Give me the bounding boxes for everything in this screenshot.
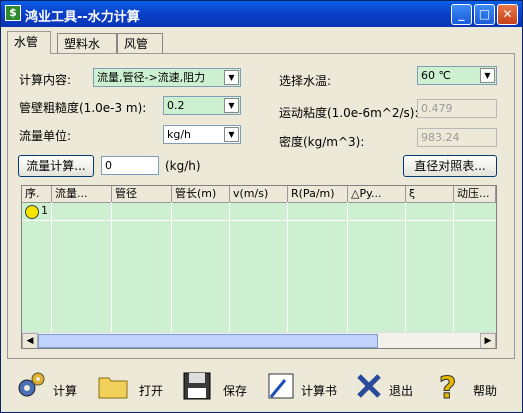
grid-line — [51, 202, 52, 332]
horizontal-scrollbar[interactable]: ◀ ▶ — [22, 332, 496, 348]
results-table[interactable]: 序. 流量... 管径 管长(m) v(m/s) R(Pa/m) △Py... … — [21, 185, 497, 349]
title-bar[interactable]: $ 鸿业工具--水力计算 _ □ ✕ — [1, 1, 522, 27]
chevron-down-icon: ▼ — [224, 127, 239, 142]
flow-unit-value: kg/h — [167, 128, 192, 141]
grid-line — [453, 202, 454, 332]
calc-content-label: 计算内容: — [19, 73, 72, 87]
gears-icon — [18, 372, 45, 397]
document-pen-icon — [268, 373, 294, 399]
column-header[interactable]: 序. — [22, 186, 52, 202]
folder-icon — [98, 377, 128, 399]
column-header[interactable]: △Py... — [348, 186, 406, 202]
help-tool-label: 帮助 — [473, 384, 498, 398]
grid-line — [405, 202, 406, 332]
column-header[interactable]: R(Pa/m) — [288, 186, 348, 202]
viscosity-field: 0.479 — [417, 99, 497, 118]
table-row[interactable]: 1 — [41, 204, 48, 217]
column-header[interactable]: 管长(m) — [172, 186, 230, 202]
app-icon: $ — [5, 5, 21, 21]
chevron-down-icon: ▼ — [224, 98, 239, 113]
roughness-label: 管壁粗糙度(1.0e-3 m): — [19, 101, 147, 115]
flow-calc-button[interactable]: 流量计算... — [18, 155, 94, 177]
flow-unit-label: 流量单位: — [19, 129, 72, 143]
main-window: $ 鸿业工具--水力计算 _ □ ✕ 水管 塑料水管 风管 计算内容: 流量,管… — [0, 0, 523, 413]
svg-text:?: ? — [439, 371, 456, 402]
density-field: 983.24 — [417, 128, 497, 147]
calc-content-select[interactable]: 流量,管径->流速,阻力 ▼ — [93, 68, 241, 87]
column-header[interactable]: v(m/s) — [230, 186, 288, 202]
tab-air-duct[interactable]: 风管 — [117, 33, 163, 53]
roughness-value: 0.2 — [167, 99, 185, 112]
scroll-right-icon[interactable]: ▶ — [480, 333, 496, 348]
report-tool-button[interactable]: 计算书 — [265, 370, 345, 406]
water-temp-label: 选择水温: — [279, 74, 332, 88]
column-header[interactable]: 动压... — [454, 186, 496, 202]
close-button[interactable]: ✕ — [497, 4, 518, 25]
exit-tool-label: 退出 — [389, 384, 414, 398]
scroll-left-icon[interactable]: ◀ — [22, 333, 38, 348]
exit-tool-button[interactable]: 退出 — [353, 370, 419, 406]
save-tool-label: 保存 — [223, 384, 248, 398]
grid-line — [111, 202, 112, 332]
chevron-down-icon: ▼ — [224, 70, 239, 85]
smiley-icon — [25, 205, 39, 219]
calc-tool-label: 计算 — [53, 384, 78, 398]
table-header: 序. 流量... 管径 管长(m) v(m/s) R(Pa/m) △Py... … — [22, 186, 496, 203]
flow-input[interactable]: 0 — [101, 156, 159, 175]
minimize-button[interactable]: _ — [451, 4, 472, 25]
scroll-thumb[interactable] — [38, 334, 378, 348]
diameter-table-button[interactable]: 直径对照表... — [403, 155, 497, 177]
help-question-icon: ? — [439, 371, 457, 403]
grid-line — [287, 202, 288, 332]
report-tool-label: 计算书 — [301, 384, 338, 398]
tab-water-pipe[interactable]: 水管 — [7, 31, 51, 54]
grid-line — [347, 202, 348, 332]
save-tool-button[interactable]: 保存 — [181, 370, 251, 406]
flow-unit-select[interactable]: kg/h ▼ — [163, 125, 241, 144]
flow-unit-text: (kg/h) — [165, 159, 201, 173]
roughness-select[interactable]: 0.2 ▼ — [163, 96, 241, 115]
exit-x-icon — [357, 374, 381, 398]
grid-line — [229, 202, 230, 332]
column-header[interactable]: 流量... — [52, 186, 112, 202]
maximize-button[interactable]: □ — [474, 4, 495, 25]
grid-line — [22, 220, 496, 221]
water-temp-select[interactable]: 60 ℃ ▼ — [417, 66, 497, 85]
viscosity-label: 运动粘度(1.0e-6m^2/s): — [279, 106, 419, 120]
floppy-disk-icon — [183, 372, 211, 400]
window-title: 鸿业工具--水力计算 — [25, 10, 140, 25]
column-header[interactable]: 管径 — [112, 186, 172, 202]
help-tool-button[interactable]: ? 帮助 — [433, 370, 505, 406]
calc-tool-button[interactable]: 计算 — [15, 370, 85, 406]
grid-line — [171, 202, 172, 332]
density-label: 密度(kg/m^3): — [279, 135, 365, 149]
water-temp-value: 60 ℃ — [421, 69, 451, 82]
open-tool-button[interactable]: 打开 — [97, 370, 169, 406]
open-tool-label: 打开 — [139, 384, 164, 398]
tab-plastic-pipe[interactable]: 塑料水管 — [57, 33, 117, 71]
chevron-down-icon: ▼ — [480, 68, 495, 83]
calc-content-value: 流量,管径->流速,阻力 — [97, 71, 206, 84]
column-header[interactable]: ξ — [406, 186, 454, 202]
bottom-toolbar: 计算 打开 保存 计算书 退出 ? 帮助 — [1, 366, 522, 412]
